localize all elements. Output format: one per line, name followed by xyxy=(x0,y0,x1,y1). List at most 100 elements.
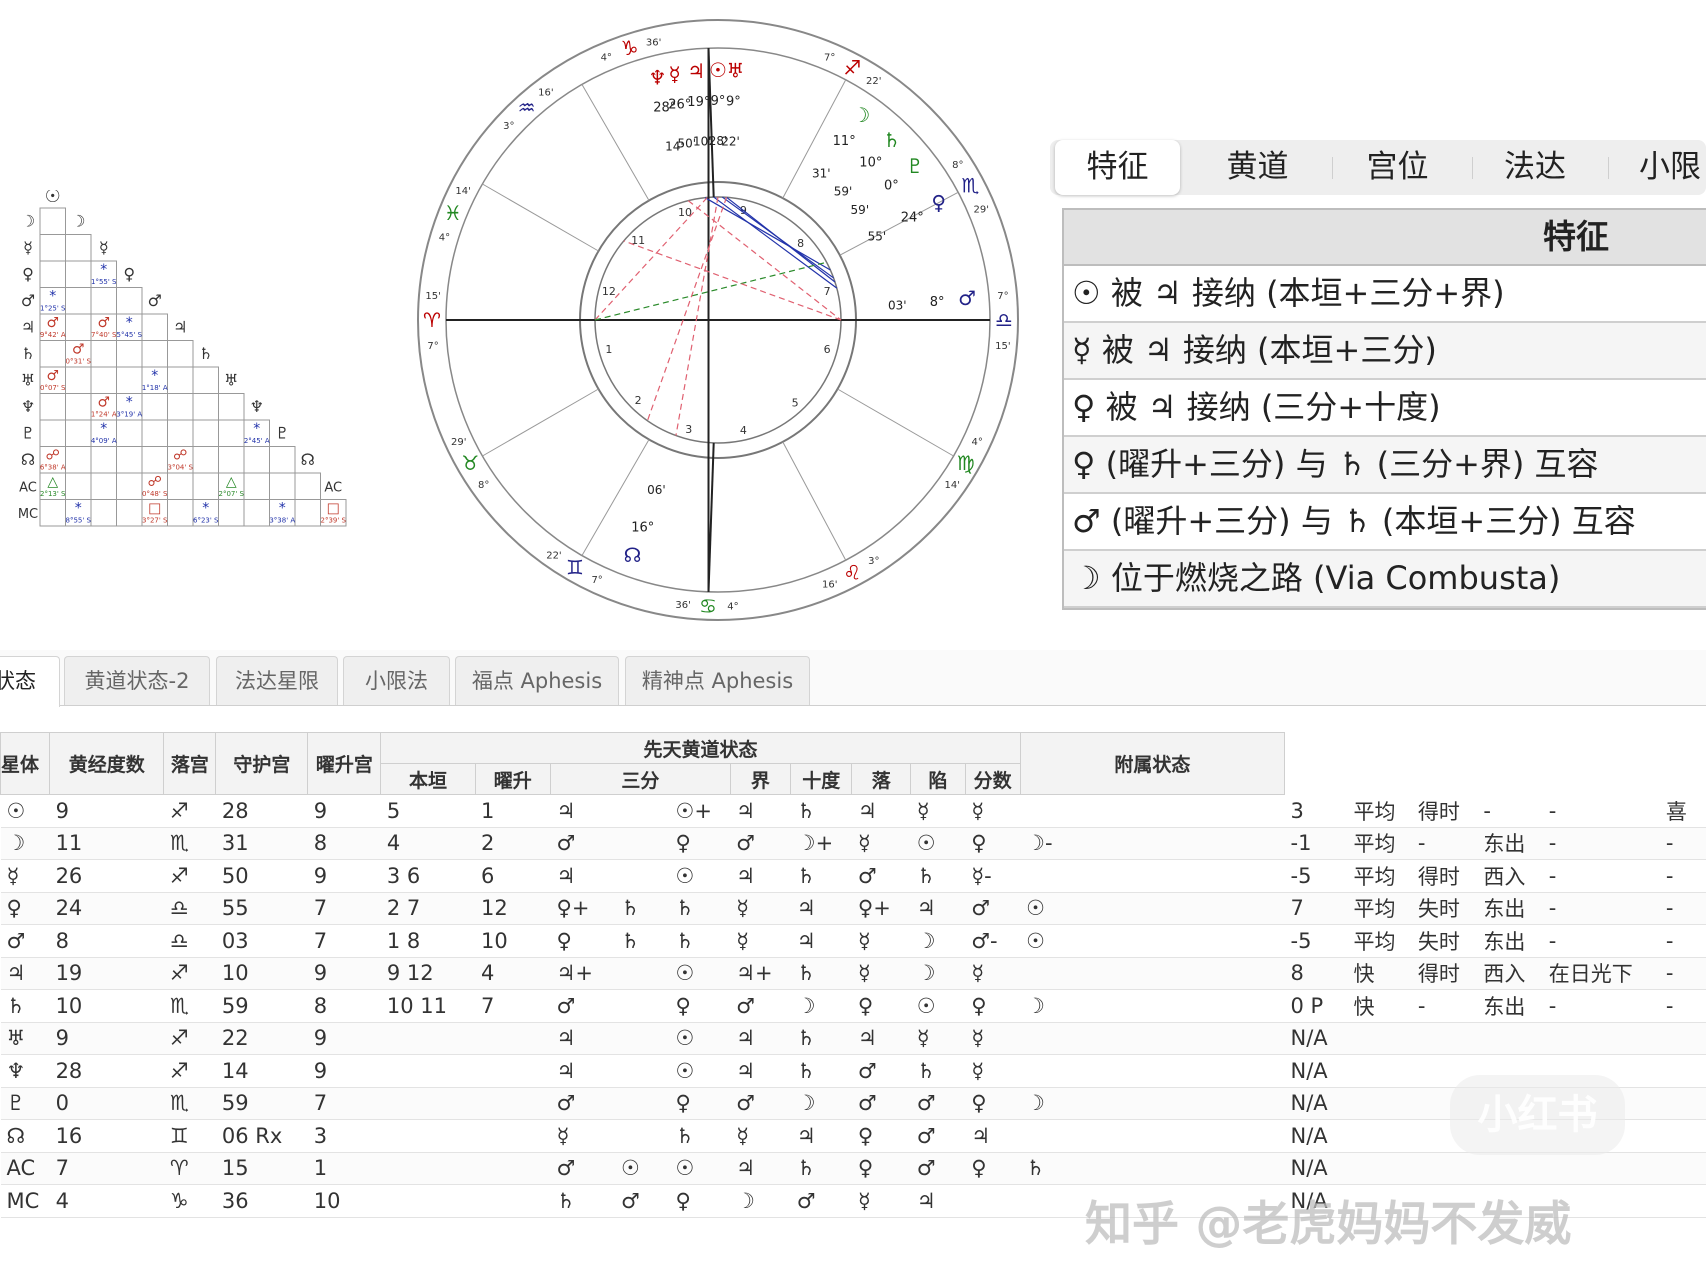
table-cell: ☉ xyxy=(615,1152,670,1185)
aspect-grid-svg: ☉☽ ☽☿ ☿♀ ♀♂ ♂♃ ♃♄ ♄♅ ♅♆ ♆♇ ♇☊ ☊AC ACMC*1°25' S*1°55… xyxy=(18,186,347,527)
table-cell: 28 xyxy=(215,794,308,828)
table-cell: ♂ xyxy=(910,1087,966,1120)
table-cell: 得时 xyxy=(1411,859,1478,893)
table-cell: ♃ xyxy=(550,1054,616,1088)
sign-degree: 3° xyxy=(503,121,514,132)
table-cell: 59 xyxy=(215,989,308,1023)
aspect-row-label: ♅ xyxy=(21,371,35,390)
sign-minute: 36' xyxy=(646,37,661,48)
table-cell: ♃ xyxy=(790,892,852,925)
planet-degree: 19° xyxy=(687,95,710,110)
aspect-orb: 1°55' S xyxy=(91,278,117,286)
aspect-row-label: ♂ xyxy=(21,291,35,310)
chart-wheel-svg: 123456789101112♑4°36'♒3°16'♓4°14'♈7°15'♉… xyxy=(417,19,1019,621)
zodiac-sign-glyph: ♒ xyxy=(518,95,536,119)
house-number: 6 xyxy=(824,343,831,356)
aspect-orb: 3°19' A xyxy=(116,411,142,419)
tab-fortune-aphesis[interactable]: 福点 Aphesis xyxy=(455,656,619,705)
table-cell: ☿ xyxy=(851,827,911,860)
table-cell xyxy=(1542,1152,1660,1185)
aspect-cell xyxy=(65,260,92,288)
aspect-orb: 2°13' S xyxy=(40,490,66,498)
table-cell: ♎ xyxy=(163,924,216,958)
planet-minute: 22' xyxy=(721,134,740,148)
aspect-diagonal-label: ♀ xyxy=(123,265,135,284)
table-cell: 1 xyxy=(475,794,551,828)
planet-glyph: ♆ xyxy=(649,65,667,89)
table-cell: 5 xyxy=(380,794,476,828)
col-group-essential: 先天黄道状态 xyxy=(380,732,1021,764)
aspect-cell xyxy=(39,419,66,447)
tab-firdaria-periods[interactable]: 法达星限 xyxy=(216,656,338,705)
tab-profection[interactable]: 小限 xyxy=(1610,140,1706,195)
feature-panel: 特征 黄道 宫位 法达 小限 特征 ☉ 被 ♃ 接纳 (本垣+三分+界) ☿ 被… xyxy=(1050,130,1706,610)
table-cell xyxy=(380,1119,476,1153)
tab-features[interactable]: 特征 xyxy=(1055,140,1180,195)
table-cell: ♂ xyxy=(615,1184,670,1218)
table-row: ♅ 9 ♐ 22 9 ♃ ☉ ♃ ♄ ♃ ☿ ☿ N/A xyxy=(0,1022,1706,1055)
aspect-cell xyxy=(218,446,245,474)
table-cell: ♂ xyxy=(550,989,616,1023)
table-cell: 1 8 xyxy=(380,924,476,958)
aspect-cell xyxy=(269,472,296,500)
table-cell: ☉ xyxy=(669,1022,731,1055)
table-cell: ♀ xyxy=(669,989,731,1023)
tab-profection-method[interactable]: 小限法 xyxy=(343,656,450,705)
table-cell: 9 xyxy=(49,794,164,828)
house-number: 7 xyxy=(824,285,831,298)
planet-glyph: ♀ xyxy=(931,191,946,215)
tab-status[interactable]: 状态 xyxy=(0,656,60,707)
sign-minute: 14' xyxy=(945,480,960,491)
table-cell: ♃ xyxy=(851,1022,911,1055)
col-face: 十度 xyxy=(790,763,853,795)
tab-spirit-aphesis[interactable]: 精神点 Aphesis xyxy=(625,656,810,705)
table-cell: 3 xyxy=(307,1119,381,1153)
table-cell: 10 xyxy=(49,989,164,1023)
aspect-glyph: ♂ xyxy=(97,395,110,411)
aspect-cell xyxy=(192,366,219,394)
aspect-cell xyxy=(65,419,92,447)
table-cell: 4 xyxy=(49,1184,164,1218)
table-cell: - xyxy=(1542,859,1660,893)
table-cell xyxy=(475,1054,551,1088)
house-number: 4 xyxy=(740,424,747,437)
aspect-glyph: △ xyxy=(47,474,58,490)
sign-minute: 36' xyxy=(675,600,690,611)
house-number: 11 xyxy=(631,234,645,247)
table-cell xyxy=(615,827,670,860)
house-number: 3 xyxy=(685,423,692,436)
table-cell: -5 xyxy=(1284,859,1348,893)
table-cell: 4 xyxy=(380,827,476,860)
table-cell xyxy=(380,1152,476,1185)
table-cell: ♃ xyxy=(730,1054,791,1088)
table-cell xyxy=(380,1087,476,1120)
tab-zodiac-status-2[interactable]: 黄道状态-2 xyxy=(64,656,210,705)
feature-table-title: 特征 xyxy=(1064,210,1706,266)
table-cell: 7 xyxy=(475,989,551,1023)
table-cell: ♂ xyxy=(730,1087,791,1120)
tab-firdaria[interactable]: 法达 xyxy=(1475,140,1595,195)
col-detriment: 陷 xyxy=(910,763,966,795)
table-cell: ☉ xyxy=(910,989,966,1023)
tab-houses[interactable]: 宫位 xyxy=(1335,140,1460,195)
aspect-glyph: ☍ xyxy=(148,474,162,490)
planet-degree: 8° xyxy=(930,295,945,310)
aspect-diagonal-label: ♅ xyxy=(224,371,238,390)
aspect-cell xyxy=(90,446,117,474)
table-cell: 9 xyxy=(307,859,381,893)
table-cell: ☽ xyxy=(790,989,852,1023)
table-cell: ☿ xyxy=(851,957,911,990)
aspect-cell xyxy=(39,234,66,262)
table-cell: 26 xyxy=(49,859,164,893)
aspect-cell xyxy=(90,287,117,315)
table-cell xyxy=(1020,794,1285,828)
table-cell: ♐ xyxy=(163,1022,216,1055)
table-cell: ♃ xyxy=(730,859,791,893)
table-cell xyxy=(475,1087,551,1120)
table-cell: ♂ xyxy=(851,1054,911,1088)
feature-row: ☿ 被 ♃ 接纳 (本垣+三分) xyxy=(1064,323,1706,380)
table-cell xyxy=(1659,1087,1706,1120)
table-cell: ☿ xyxy=(730,892,791,925)
tab-zodiac[interactable]: 黄道 xyxy=(1195,140,1320,195)
table-cell: 9 xyxy=(307,794,381,828)
